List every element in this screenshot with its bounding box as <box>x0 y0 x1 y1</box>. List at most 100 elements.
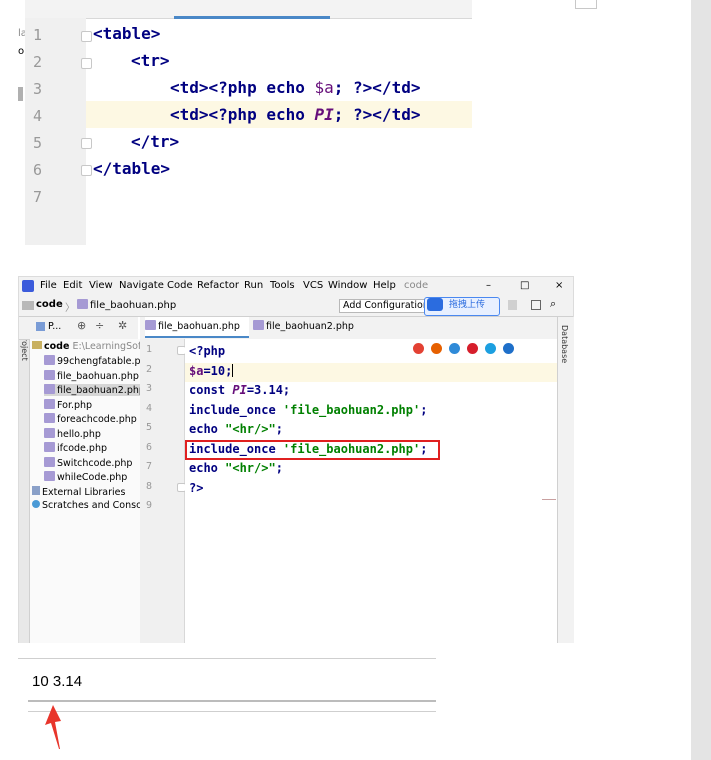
database-tool-tab[interactable]: Database <box>560 325 569 363</box>
code-fragment: =10; <box>203 364 233 378</box>
keyword-token: include_once <box>189 403 283 417</box>
tree-file[interactable]: whileCode.php <box>44 471 127 483</box>
search-icon[interactable]: ⌕ <box>550 297 556 311</box>
code-fragment: ; <box>275 422 283 436</box>
locate-icon[interactable]: ⊕ <box>77 319 86 332</box>
tree-file-label: For.php <box>57 400 93 411</box>
code-line: <td><?php echo $a; ?></td> <box>170 78 420 97</box>
code-fragment: ; <box>275 461 283 475</box>
tree-file-label: ifcode.php <box>57 443 107 454</box>
line-number: 6 <box>146 442 153 453</box>
line-number: 8 <box>146 481 153 492</box>
safari-icon[interactable] <box>449 343 460 354</box>
close-button[interactable]: × <box>555 280 563 291</box>
gear-icon[interactable]: ✲ <box>118 319 127 332</box>
code-line: echo "<hr/>"; <box>189 461 283 475</box>
tree-file[interactable]: hello.php <box>44 428 101 440</box>
code-fragment: <td><?php echo <box>170 78 315 97</box>
current-line-highlight <box>185 363 557 382</box>
tree-file-label: 99chengfatable.php <box>57 356 153 367</box>
fold-marker[interactable] <box>81 31 92 42</box>
chrome-icon[interactable] <box>413 343 424 354</box>
menu-code[interactable]: Code <box>167 280 193 291</box>
project-tree: code E:\LearningSoftwa 99chengfatable.ph… <box>30 339 158 643</box>
right-tool-strip: Database <box>557 317 574 643</box>
line-number: 5 <box>33 134 43 152</box>
menu-navigate[interactable]: Navigate <box>119 280 164 291</box>
menu-file[interactable]: File <box>40 280 57 291</box>
code-editor[interactable]: <?php $a=10; const PI=3.14; include_once… <box>185 339 557 643</box>
firefox-icon[interactable] <box>431 343 442 354</box>
tab-label: file_baohuan2.php <box>266 321 354 332</box>
cropped-box <box>575 0 597 9</box>
tab-file-baohuan[interactable]: file_baohuan.php × <box>145 317 249 351</box>
keyword-token: echo <box>189 461 226 475</box>
code-fragment: ; ?></td> <box>333 105 421 124</box>
terminal-icon[interactable] <box>531 300 541 310</box>
menu-help[interactable]: Help <box>373 280 396 291</box>
code-fragment: =3.14; <box>246 383 291 397</box>
edge-icon[interactable] <box>485 343 496 354</box>
tree-file-label: foreachcode.php <box>57 414 137 425</box>
maximize-button[interactable]: □ <box>520 280 529 291</box>
collapse-icon[interactable]: ÷ <box>95 319 104 332</box>
navigation-bar: code 〉 file_baohuan.php Add Configuratio… <box>19 296 573 317</box>
php-file-icon <box>44 355 55 365</box>
tree-item-label: External Libraries <box>42 487 126 498</box>
tab-file-baohuan2[interactable]: file_baohuan2.php × <box>253 317 363 351</box>
code-fragment: <td><?php echo <box>170 105 315 124</box>
code-line: </table> <box>93 159 171 178</box>
ie-icon[interactable] <box>503 343 514 354</box>
fold-marker[interactable] <box>81 138 92 149</box>
menu-run[interactable]: Run <box>244 280 263 291</box>
php-file-icon <box>77 299 88 309</box>
tree-file[interactable]: ifcode.php <box>44 442 107 454</box>
tree-file-label: whileCode.php <box>57 472 128 483</box>
line-number: 4 <box>33 107 43 125</box>
tree-file[interactable]: For.php <box>44 399 92 411</box>
tree-file[interactable]: 99chengfatable.php <box>44 355 153 367</box>
tree-root-label: code <box>44 341 70 352</box>
stop-icon[interactable] <box>508 300 517 310</box>
line-number: 1 <box>33 26 43 44</box>
fold-marker[interactable] <box>81 58 92 69</box>
active-tab-underline <box>174 16 330 19</box>
menu-view[interactable]: View <box>89 280 113 291</box>
tree-item-label: Scratches and Consoles <box>42 500 156 511</box>
minimize-button[interactable]: – <box>486 280 491 291</box>
tree-file[interactable]: foreachcode.php <box>44 413 137 425</box>
breadcrumb-project[interactable]: code <box>36 299 63 310</box>
tree-external-libraries[interactable]: External Libraries <box>32 486 125 498</box>
tree-file[interactable]: Switchcode.php <box>44 457 132 469</box>
project-view-selector[interactable]: P... <box>48 321 61 332</box>
library-icon <box>32 486 40 495</box>
tree-file-label: file_baohuan2.php <box>57 385 145 396</box>
project-title: code <box>404 280 429 291</box>
menu-refactor[interactable]: Refactor <box>197 280 239 291</box>
code-line: </tr> <box>131 132 180 151</box>
variable-token: $a <box>314 78 334 97</box>
tree-file-label: file_baohuan.php <box>57 371 139 382</box>
tree-file[interactable]: file_baohuan.php <box>44 370 139 382</box>
menu-edit[interactable]: Edit <box>63 280 82 291</box>
line-number: 7 <box>146 461 153 472</box>
keyword-token: const <box>189 383 233 397</box>
string-token: "<hr/>" <box>225 461 276 475</box>
menu-vcs[interactable]: VCS <box>303 280 323 291</box>
cropped-marker <box>18 87 23 101</box>
output-divider <box>18 658 436 659</box>
opera-icon[interactable] <box>467 343 478 354</box>
upload-drop-badge[interactable]: 拖拽上传 <box>424 297 500 316</box>
tree-scratches[interactable]: Scratches and Consoles <box>32 500 155 511</box>
red-arrow-icon <box>45 705 61 749</box>
scratches-icon <box>32 500 40 508</box>
variable-token: $a <box>189 364 204 378</box>
breadcrumb-separator: 〉 <box>65 303 75 314</box>
tree-file-selected[interactable]: file_baohuan2.php <box>44 384 145 396</box>
menu-window[interactable]: Window <box>328 280 367 291</box>
line-number: 2 <box>146 364 153 375</box>
fold-marker[interactable] <box>81 165 92 176</box>
project-panel-header: P... ⊕ ÷ ✲ <box>19 317 138 340</box>
breadcrumb-file[interactable]: file_baohuan.php <box>77 299 176 311</box>
menu-tools[interactable]: Tools <box>270 280 295 291</box>
